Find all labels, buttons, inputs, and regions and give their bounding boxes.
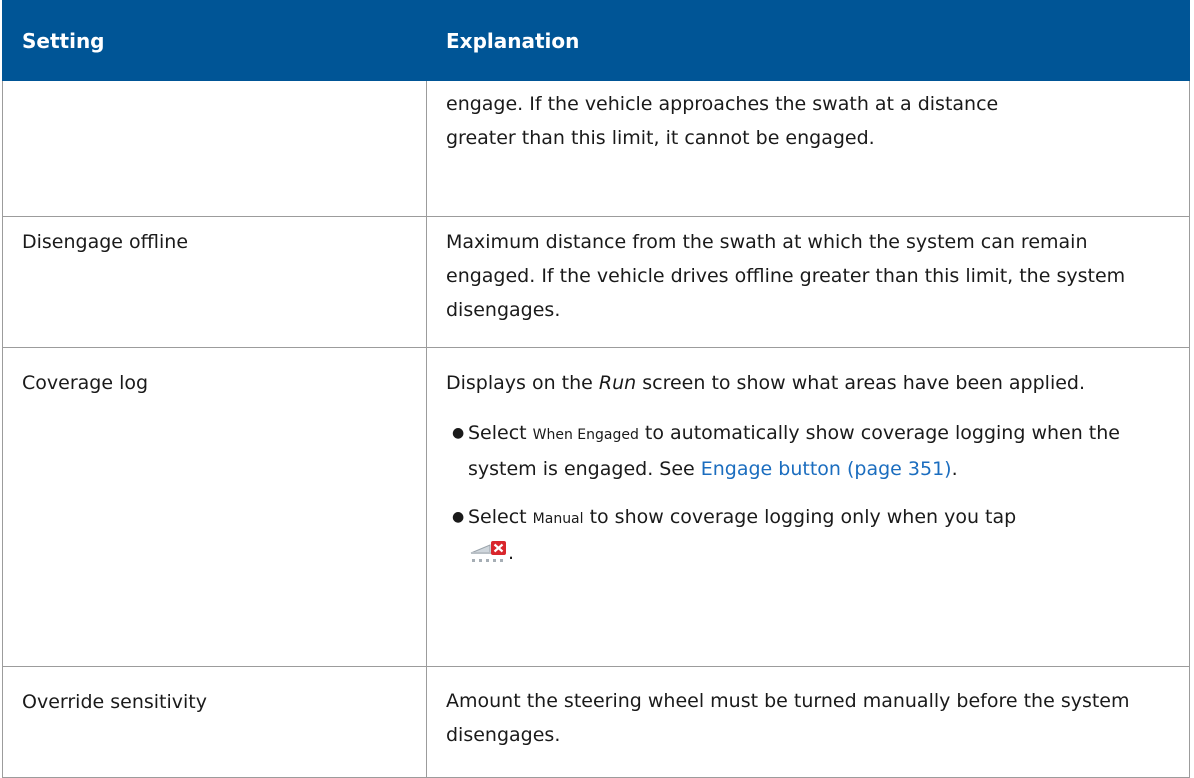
explanation-fragment: Displays on the — [446, 372, 599, 394]
settings-table: Setting Explanation engage. If the vehic… — [2, 0, 1190, 778]
explanation-text: Maximum distance from the swath at which… — [446, 231, 1126, 321]
table-row: Disengage offline Maximum distance from … — [2, 216, 1190, 348]
run-screen-name: Run — [598, 372, 637, 394]
setting-name: Coverage log — [22, 372, 149, 394]
table-row: engage. If the vehicle approaches the sw… — [2, 80, 1190, 217]
explanation-text: engage. If the vehicle approaches the sw… — [446, 81, 1171, 155]
explanation-cell: Maximum distance from the swath at which… — [426, 216, 1190, 348]
explanation-line-2: greater than this limit, it cannot be en… — [446, 127, 875, 149]
list-item: ● Select When Engaged to automatically s… — [452, 416, 1171, 486]
list-text: Select — [468, 422, 533, 444]
explanation-cell: engage. If the vehicle approaches the sw… — [426, 80, 1190, 217]
list-text: to show coverage logging only when you t… — [583, 506, 1017, 528]
engage-button-link[interactable]: Engage button (page 351) — [701, 458, 952, 480]
option-when-engaged: When Engaged — [532, 427, 639, 443]
explanation-cell: Amount the steering wheel must be turned… — [426, 666, 1190, 778]
explanation-cell: Displays on the Run screen to show what … — [426, 347, 1190, 667]
explanation-fragment: screen to show what areas have been appl… — [636, 372, 1086, 394]
explanation-text: Displays on the Run screen to show what … — [446, 348, 1171, 400]
bullet-icon: ● — [452, 509, 465, 525]
header-setting: Setting — [2, 0, 427, 81]
setting-cell: Disengage offline — [2, 216, 427, 348]
setting-cell: Coverage log — [2, 347, 427, 667]
option-list: ● Select When Engaged to automatically s… — [446, 416, 1171, 570]
bullet-icon: ● — [452, 425, 465, 441]
list-text: . — [951, 458, 958, 480]
table-row: Coverage log Displays on the Run screen … — [2, 347, 1190, 667]
table-row: Override sensitivity Amount the steering… — [2, 666, 1190, 778]
header-explanation: Explanation — [426, 0, 1190, 81]
setting-name: Override sensitivity — [22, 691, 207, 713]
list-text: Select — [468, 506, 533, 528]
list-item: ● Select Manual to show coverage logging… — [452, 500, 1171, 570]
setting-cell: Override sensitivity — [2, 666, 427, 778]
explanation-line-1: engage. If the vehicle approaches the sw… — [446, 93, 999, 115]
explanation-text: Amount the steering wheel must be turned… — [446, 690, 1130, 746]
list-text: . — [508, 542, 515, 564]
setting-name: Disengage offline — [22, 231, 189, 253]
coverage-log-disabled-icon — [470, 541, 506, 562]
table-header-row: Setting Explanation — [2, 0, 1190, 81]
option-manual: Manual — [532, 511, 584, 527]
setting-cell — [2, 80, 427, 217]
